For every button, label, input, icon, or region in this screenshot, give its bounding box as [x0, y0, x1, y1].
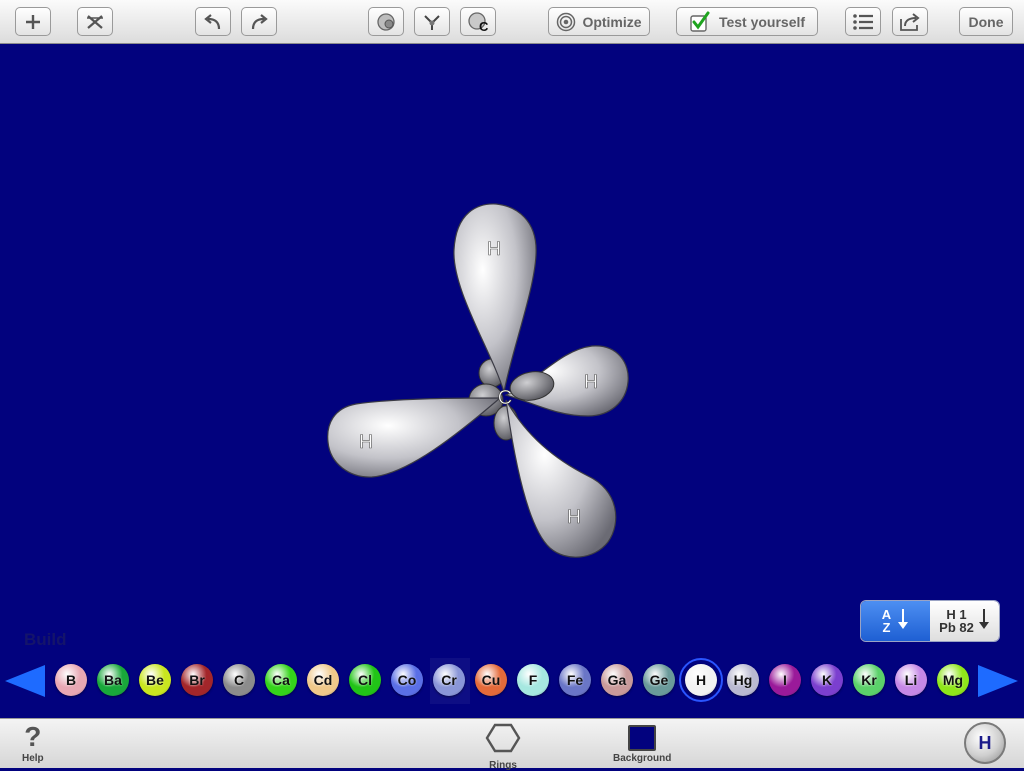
top-toolbar: C Optimize Test yourself Done	[0, 0, 1024, 44]
element-button-cd[interactable]: Cd	[307, 664, 339, 696]
atom-icon	[375, 12, 397, 32]
element-button-c[interactable]: C	[223, 664, 255, 696]
element-palette: B Ba Be Br C Ca Cd Cl Co Cr Cu F Fe Ga Ge H Hg I K Kr Li Mg	[0, 658, 1024, 704]
element-button-br[interactable]: Br	[181, 664, 213, 696]
background-button[interactable]: Background	[613, 723, 671, 764]
element-button-ca[interactable]: Ca	[265, 664, 297, 696]
element-button-cl[interactable]: Cl	[349, 664, 381, 696]
mode-label: Build	[24, 630, 67, 649]
test-yourself-button[interactable]: Test yourself	[676, 7, 818, 36]
hydrogen-atom-label: H	[567, 507, 581, 528]
rings-label: Rings	[489, 760, 517, 771]
optimize-button[interactable]: Optimize	[548, 7, 650, 36]
delete-button[interactable]	[77, 7, 113, 36]
help-label: Help	[22, 753, 44, 764]
list-button[interactable]	[845, 7, 881, 36]
current-element-button[interactable]: H	[964, 722, 1006, 764]
az-label: A Z	[882, 608, 891, 634]
atom-tool-button[interactable]	[368, 7, 404, 36]
background-label: Background	[613, 753, 672, 764]
element-button-cr[interactable]: Cr	[433, 664, 465, 696]
hydrogen-atom-label: H	[487, 239, 501, 260]
rings-button[interactable]: Rings	[485, 723, 521, 771]
element-button-fe[interactable]: Fe	[559, 664, 591, 696]
element-button-ga[interactable]: Ga	[601, 664, 633, 696]
hydrogen-atom-label: H	[584, 372, 598, 393]
carbon-atom-label: C	[498, 387, 512, 409]
element-button-k[interactable]: K	[811, 664, 843, 696]
add-button[interactable]	[15, 7, 51, 36]
element-button-hg[interactable]: Hg	[727, 664, 759, 696]
element-button-be[interactable]: Be	[139, 664, 171, 696]
az-bottom: Z	[882, 620, 891, 635]
bond-tool-button[interactable]	[414, 7, 450, 36]
atomic-number-label: H 1 Pb 82	[939, 608, 974, 634]
element-button-kr[interactable]: Kr	[853, 664, 885, 696]
hydrogen-lobe-bottom[interactable]	[505, 399, 617, 558]
scroll-right-arrow-icon[interactable]	[978, 665, 1018, 697]
hydrogen-lobe-top[interactable]	[453, 203, 537, 393]
target-icon	[556, 12, 576, 32]
scroll-left-arrow-icon[interactable]	[5, 665, 45, 697]
sort-alphabetical-button[interactable]: A Z	[861, 601, 930, 641]
arrow-down-icon	[978, 608, 990, 635]
element-button-li[interactable]: Li	[895, 664, 927, 696]
element-button-h[interactable]: H	[679, 658, 723, 702]
x-icon	[85, 13, 105, 31]
undo-button[interactable]	[195, 7, 231, 36]
checkmark-icon	[689, 11, 711, 33]
element-button-b[interactable]: B	[55, 664, 87, 696]
element-button-cu[interactable]: Cu	[475, 664, 507, 696]
background-color-swatch	[628, 725, 657, 751]
num-bottom: Pb 82	[939, 620, 974, 635]
redo-icon	[249, 13, 269, 31]
element-button-ba[interactable]: Ba	[97, 664, 129, 696]
done-label: Done	[968, 13, 1004, 30]
carbon-icon: C	[466, 11, 490, 34]
element-sort-toggle: A Z H 1 Pb 82	[860, 600, 1000, 642]
sort-atomic-number-button[interactable]: H 1 Pb 82	[930, 601, 999, 641]
element-button-i[interactable]: I	[769, 664, 801, 696]
bond-split-icon	[421, 12, 443, 32]
help-button[interactable]: ? Help	[22, 721, 44, 765]
hydrogen-atom-label: H	[359, 432, 373, 453]
plus-icon	[24, 13, 42, 31]
share-icon	[899, 12, 921, 32]
arrow-down-icon	[897, 608, 909, 635]
hydrogen-lobe-left[interactable]	[327, 397, 502, 478]
optimize-label: Optimize	[582, 13, 642, 30]
list-icon	[852, 13, 874, 31]
bottom-toolbar: ? Help Rings Background	[0, 718, 1024, 771]
undo-icon	[203, 13, 223, 31]
test-yourself-label: Test yourself	[718, 13, 806, 30]
element-button-mg[interactable]: Mg	[937, 664, 969, 696]
hexagon-icon	[485, 723, 521, 758]
share-button[interactable]	[892, 7, 928, 36]
element-button-co[interactable]: Co	[391, 664, 423, 696]
question-mark-icon: ?	[24, 721, 42, 752]
element-button-f[interactable]: F	[517, 664, 549, 696]
element-button-ge[interactable]: Ge	[643, 664, 675, 696]
carbon-tool-button[interactable]: C	[460, 7, 496, 36]
done-button[interactable]: Done	[959, 7, 1013, 36]
redo-button[interactable]	[241, 7, 277, 36]
carbon-tool-letter: C	[479, 18, 489, 34]
